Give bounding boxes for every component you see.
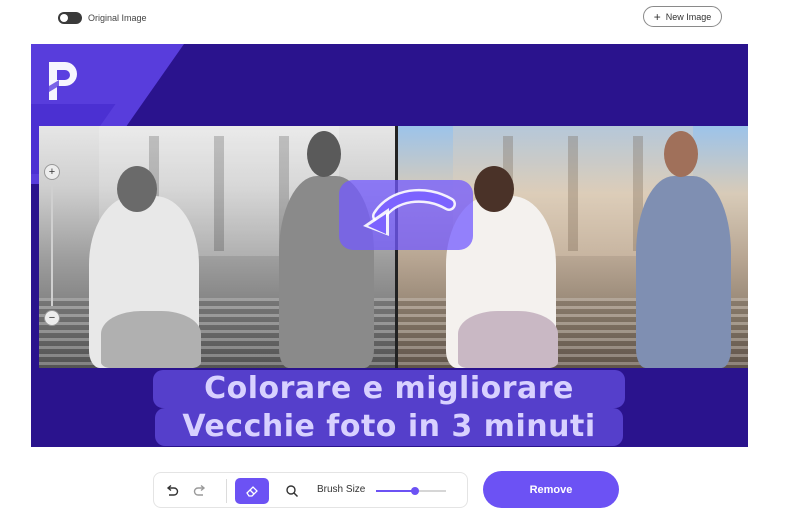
app-page: Original Image + New Image + − Colorare …	[0, 0, 800, 518]
magnifier-icon	[286, 485, 299, 498]
column	[214, 136, 224, 251]
curved-arrow-icon	[363, 188, 456, 236]
brush-size-fill	[376, 490, 415, 492]
edit-toolbar: Brush Size	[153, 472, 468, 508]
brush-size-label: Brush Size	[317, 484, 366, 495]
zoom-controls: + −	[44, 164, 60, 326]
toolbar-divider	[226, 479, 227, 503]
woman-skirt	[101, 311, 201, 368]
column	[568, 136, 578, 251]
transform-arrow-badge	[339, 180, 473, 250]
man-head	[664, 131, 698, 177]
new-image-button[interactable]: + New Image	[643, 6, 722, 27]
zoom-slider-track[interactable]	[51, 184, 53, 306]
caption-line-1: Colorare e migliorare	[153, 370, 625, 408]
caption-line-2: Vecchie foto in 3 minuti	[155, 408, 623, 446]
redo-icon	[193, 484, 206, 496]
original-image-toggle[interactable]	[58, 12, 82, 24]
zoom-tool-button[interactable]	[283, 482, 301, 500]
woman-head	[117, 166, 157, 212]
zoom-out-button[interactable]: −	[44, 310, 60, 326]
undo-button[interactable]	[163, 482, 181, 500]
original-photo	[39, 126, 395, 368]
zoom-in-icon: +	[48, 165, 56, 178]
new-image-label: New Image	[665, 11, 712, 22]
undo-icon	[166, 484, 179, 496]
remove-button[interactable]: Remove	[483, 471, 619, 508]
brush-size-knob[interactable]	[410, 487, 419, 495]
image-canvas[interactable]: + − Colorare e migliorare Vecchie foto i…	[31, 44, 748, 447]
man-figure	[636, 176, 731, 368]
plus-icon: +	[653, 9, 661, 24]
redo-button[interactable]	[191, 482, 209, 500]
eraser-tool-button[interactable]	[235, 478, 269, 504]
brand-logo-icon	[49, 62, 77, 100]
brush-size-slider[interactable]	[376, 487, 446, 495]
woman-head	[474, 166, 514, 212]
zoom-in-button[interactable]: +	[44, 164, 60, 180]
eraser-icon	[246, 486, 258, 497]
zoom-out-icon: −	[48, 311, 56, 324]
woman-skirt	[458, 311, 558, 368]
original-image-label: Original Image	[88, 13, 147, 23]
original-image-toggle-group[interactable]: Original Image	[58, 12, 147, 24]
man-head	[307, 131, 341, 177]
